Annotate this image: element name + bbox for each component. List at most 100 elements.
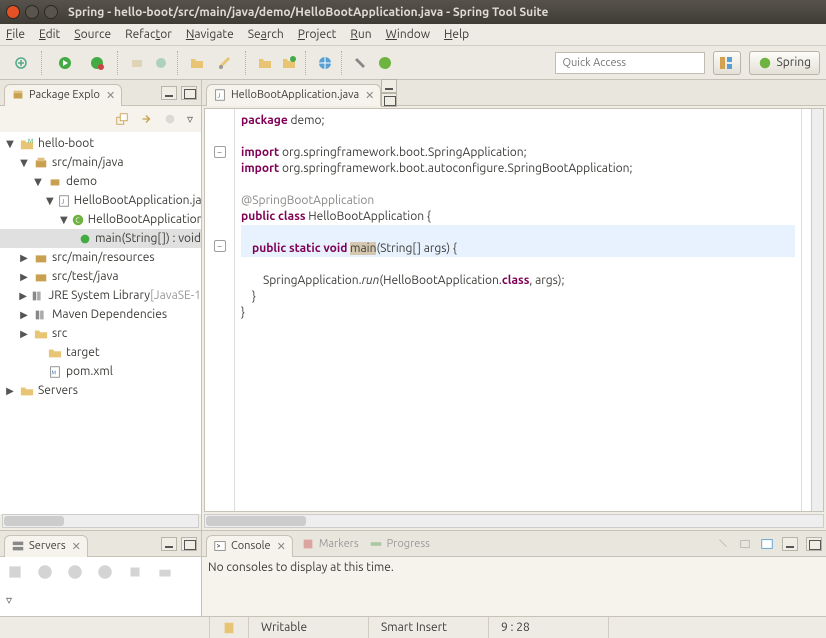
server-start-icon[interactable] [36,563,54,581]
tree-java-file[interactable]: ▼JHelloBootApplication.jav [0,191,201,210]
menu-source[interactable]: Source [74,28,111,41]
console-message: No consoles to display at this time. [208,561,394,574]
editor-tab[interactable]: J HelloBootApplication.java ✕ [206,84,381,106]
fold-toggle[interactable]: − [214,240,226,252]
menu-file[interactable]: File [6,28,25,41]
server-new-icon[interactable] [6,563,24,581]
minimize-window-button[interactable] [25,5,39,19]
editor-maximize-button[interactable] [381,93,397,107]
java-file-icon: J [57,193,71,209]
progress-tab[interactable]: Progress [387,538,430,550]
explorer-maximize-button[interactable] [181,86,197,100]
servers-tab[interactable]: Servers ✕ [4,535,88,557]
servers-minimize-button[interactable] [161,537,177,551]
menu-navigate[interactable]: Navigate [186,28,234,41]
filter-icon[interactable] [163,112,177,126]
fold-toggle[interactable]: − [214,146,226,158]
separator [117,51,121,75]
overview-ruler [801,109,811,511]
editor-minimize-button[interactable] [381,79,397,93]
tree-pom-file[interactable]: Mpom.xml [0,362,201,381]
console-minimize-button[interactable] [782,537,798,551]
window-titlebar: Spring - hello-boot/src/main/java/demo/H… [0,0,826,24]
code-editor[interactable]: − − package demo; import org.springframe… [204,108,824,512]
server-publish-icon[interactable] [156,563,174,581]
collapse-all-icon[interactable] [115,112,129,126]
progress-icon [369,537,383,551]
console-body: No consoles to display at this time. [202,557,826,616]
quick-access-input[interactable] [555,52,705,74]
menu-run[interactable]: Run [350,28,371,41]
tree-src-test-java[interactable]: ▶src/test/java [0,267,201,286]
console-tab[interactable]: > Console ✕ [206,535,293,557]
display-console-icon[interactable] [738,537,752,551]
tree-package-demo[interactable]: ▼demo [0,172,201,191]
markers-tab[interactable]: Markers [319,538,359,550]
method-icon [78,231,92,247]
status-icon-cell[interactable] [210,617,249,638]
folder-icon [33,326,49,342]
explorer-hscrollbar[interactable] [2,514,199,528]
editor-tab-label: HelloBootApplication.java [231,89,359,101]
tree-class-node[interactable]: ▼CHelloBootApplication [0,210,201,229]
run-button[interactable] [50,52,80,74]
menu-window[interactable]: Window [386,28,430,41]
open-perspective-button[interactable] [713,51,741,75]
menu-search[interactable]: Search [248,28,284,41]
link-editor-icon[interactable] [139,112,153,126]
servers-tabbar: Servers ✕ [0,531,201,557]
view-menu-icon[interactable]: ▿ [6,593,195,607]
svg-text:>: > [217,542,221,550]
server-debug-icon[interactable] [66,563,84,581]
search-button[interactable] [210,52,240,74]
menu-help[interactable]: Help [444,28,469,41]
open-console-icon[interactable] [760,537,774,551]
close-icon[interactable]: ✕ [106,89,115,102]
tree-src-main-resources[interactable]: ▶src/main/resources [0,248,201,267]
menu-edit[interactable]: Edit [39,28,60,41]
status-insert-mode: Smart Insert [369,617,489,638]
menu-project[interactable]: Project [298,28,337,41]
tree-method-node[interactable]: main(String[]) : void [0,229,201,248]
explorer-minimize-button[interactable] [161,86,177,100]
status-cursor-position: 9 : 28 [489,617,609,638]
spring-perspective-button[interactable]: Spring [749,51,820,75]
open-type-button[interactable] [186,52,208,74]
tree-target-folder[interactable]: target [0,343,201,362]
new-class-button[interactable] [150,52,172,74]
close-icon[interactable]: ✕ [365,89,374,102]
close-icon[interactable]: ✕ [72,540,81,553]
source-folder-icon [33,269,49,285]
open-task-button[interactable] [254,52,276,74]
tree-project-root[interactable]: ▼Mhello-boot [0,134,201,153]
server-profile-icon[interactable] [96,563,114,581]
open-resource-button[interactable] [278,52,300,74]
code-content[interactable]: package demo; import org.springframework… [235,109,801,511]
debug-button[interactable] [82,52,112,74]
tree-servers-project[interactable]: ▶Servers [0,381,201,400]
editor-vscrollbar[interactable] [811,109,823,511]
tree-src-folder[interactable]: ▶src [0,324,201,343]
source-folder-icon [33,155,49,171]
pin-console-icon[interactable] [716,537,730,551]
tree-src-main-java[interactable]: ▼src/main/java [0,153,201,172]
web-browser-button[interactable] [314,52,336,74]
maximize-window-button[interactable] [44,5,58,19]
java-file-icon: J [213,88,227,102]
pin-button[interactable] [350,52,372,74]
view-menu-icon[interactable]: ▿ [187,112,193,126]
editor-hscrollbar[interactable] [204,514,824,528]
server-stop-icon[interactable] [126,563,144,581]
servers-pane: Servers ✕ ▿ [0,531,202,616]
console-maximize-button[interactable] [806,537,822,551]
new-button[interactable] [6,52,36,74]
tree-maven-deps[interactable]: ▶Maven Dependencies [0,305,201,324]
menu-refactor[interactable]: Refactor [125,28,172,41]
close-window-button[interactable] [6,5,20,19]
spring-button[interactable] [374,52,396,74]
new-package-button[interactable] [126,52,148,74]
package-explorer-tab[interactable]: Package Explo ✕ [4,84,122,106]
tree-jre-library[interactable]: ▶JRE System Library [JavaSE-1 [0,286,201,305]
servers-maximize-button[interactable] [181,537,197,551]
close-icon[interactable]: ✕ [277,540,286,553]
